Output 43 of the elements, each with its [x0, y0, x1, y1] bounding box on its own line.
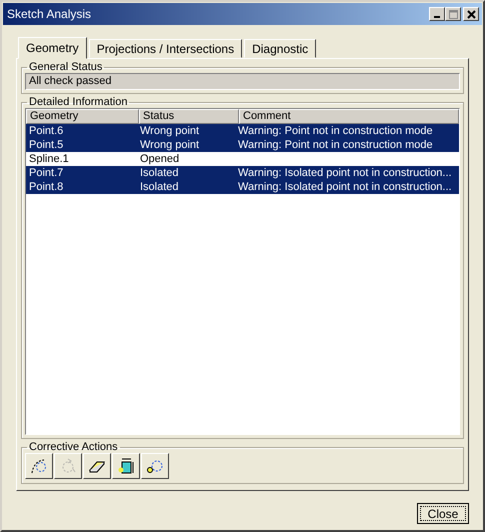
table-row[interactable]: Point.6 Wrong point Warning: Point not in construction mode [26, 124, 459, 138]
maximize-icon [448, 10, 458, 18]
table-cell: Point.8 [29, 181, 64, 193]
tab[interactable]: Diagnostic [244, 39, 316, 58]
table-cell: Opened [140, 153, 180, 165]
minimize-icon [434, 16, 440, 18]
column-header[interactable]: Status [139, 109, 239, 124]
table-cell: Isolated [140, 181, 179, 193]
dimension-rectangle-icon [117, 457, 135, 475]
maximize-button[interactable] [445, 7, 461, 21]
table-cell: Warning: Isolated point not in construction... [238, 167, 452, 179]
table-cell: Point.6 [29, 125, 64, 137]
dimension-tool-button[interactable] [112, 453, 140, 479]
column-header[interactable]: Comment [239, 109, 459, 124]
table-row[interactable]: Point.8 Isolated Warning: Isolated point not in construction... [26, 180, 459, 194]
table-row[interactable]: Point.7 Isolated Warning: Isolated point not in construction... [26, 166, 459, 180]
close-icon [466, 10, 476, 18]
table-row[interactable]: Spline.1 Opened [26, 152, 459, 166]
column-header[interactable]: Geometry [26, 109, 139, 124]
dashed-arc-circle-icon [30, 457, 48, 475]
group-title: General Status [28, 61, 104, 73]
construction-tool-button[interactable] [141, 453, 169, 479]
table-cell: Warning: Isolated point not in construction... [238, 181, 452, 193]
group-title: Detailed Information [28, 96, 128, 108]
eraser-tool-button[interactable] [83, 453, 111, 479]
table-row[interactable]: Point.5 Wrong point Warning: Point not in construction mode [26, 138, 459, 152]
close-dialog-button[interactable]: Close [417, 503, 469, 524]
window-title: Sketch Analysis [7, 7, 92, 21]
table-cell: Isolated [140, 167, 179, 179]
table-cell: Warning: Point not in construction mode [238, 139, 433, 151]
table-cell: Point.7 [29, 167, 64, 179]
tab[interactable]: Projections / Intersections [88, 39, 242, 58]
table-cell: Point.5 [29, 139, 64, 151]
table-cell: Warning: Point not in construction mode [238, 125, 433, 137]
table-cell: Wrong point [140, 125, 200, 137]
close-button[interactable] [463, 7, 479, 21]
table-cell: Spline.1 [29, 153, 69, 165]
group-title: Corrective Actions [28, 441, 119, 453]
arc-tool-button[interactable] [25, 453, 53, 479]
status-field: All check passed [25, 73, 460, 90]
minimize-button[interactable] [429, 7, 445, 21]
tab[interactable]: Geometry [18, 37, 87, 59]
table-cell: Wrong point [140, 139, 200, 151]
